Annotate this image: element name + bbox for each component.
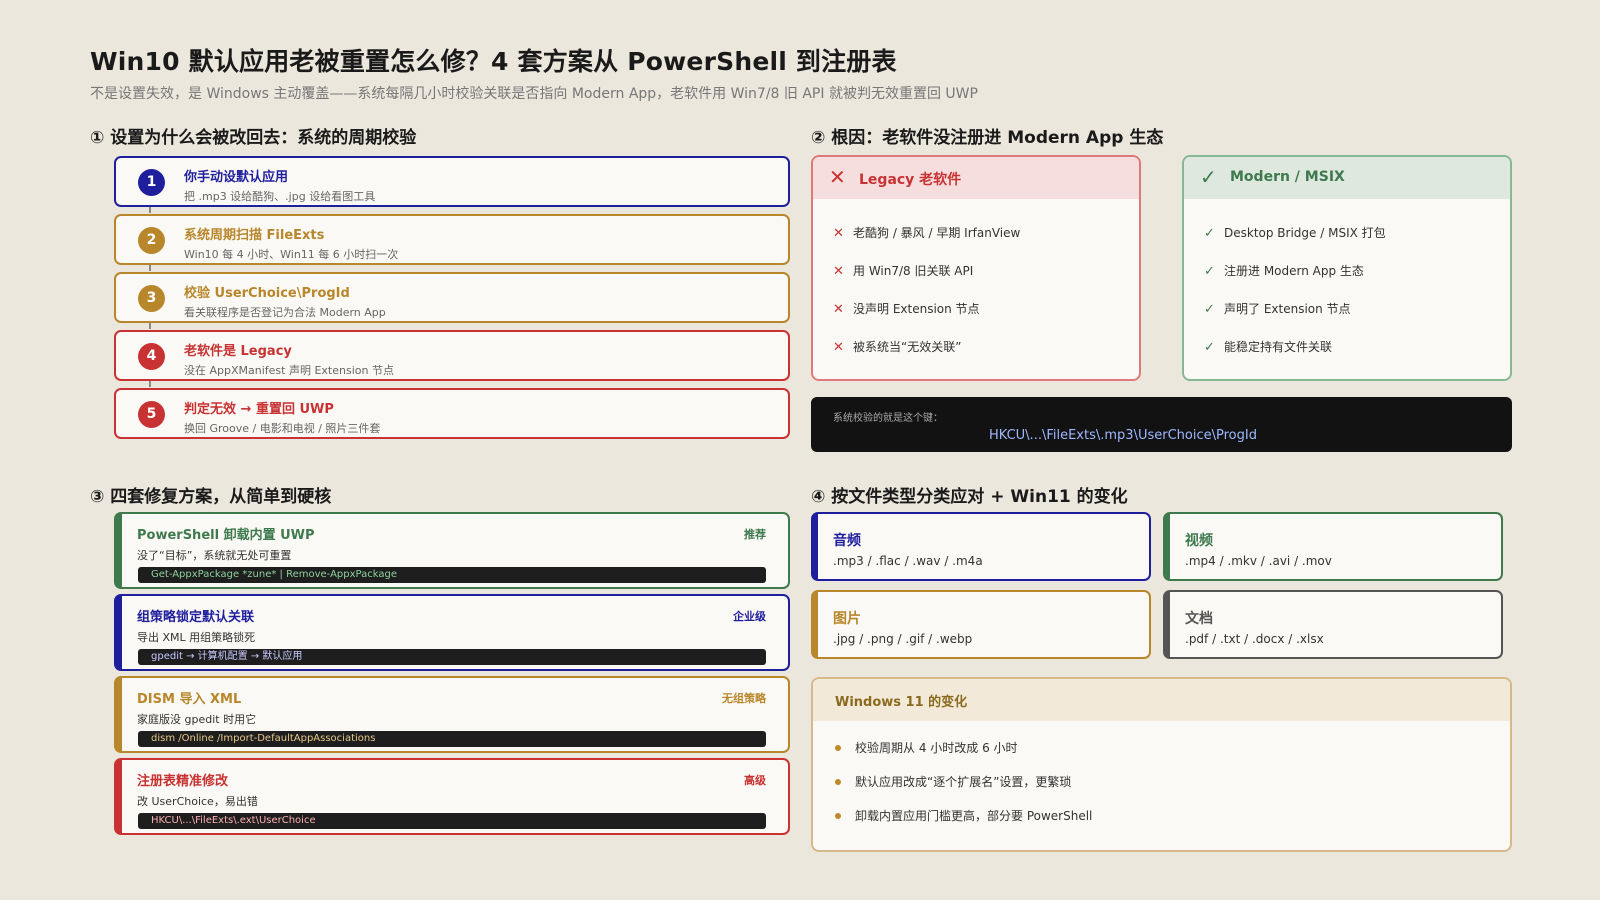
filetype-card-audio: 音频 .mp3 / .flac / .wav / .m4a	[811, 512, 1151, 581]
step-title: 校验 UserChoice\ProgId	[184, 286, 350, 301]
check-icon: ✓	[1204, 226, 1215, 241]
step-number-badge: 5	[138, 401, 165, 428]
step-title: 老软件是 Legacy	[184, 344, 292, 359]
step-number-badge: 2	[138, 227, 165, 254]
step-desc: 看关联程序是否登记为合法 Modern App	[184, 306, 386, 319]
step-item: 1 你手动设默认应用 把 .mp3 设给酷狗、.jpg 设给看图工具	[114, 156, 790, 207]
legacy-card-title: Legacy 老软件	[859, 172, 962, 188]
legacy-card-header: ✕ Legacy 老软件	[813, 157, 1139, 199]
page-subtitle: 不是设置失效，是 Windows 主动覆盖——系统每隔几小时校验关联是否指向 M…	[90, 86, 978, 102]
modern-card-title: Modern / MSIX	[1230, 169, 1345, 185]
legacy-item: ✕ 没声明 Extension 节点	[833, 302, 980, 317]
win11-changes-card: Windows 11 的变化 校验周期从 4 小时改成 6 小时 默认应用改成“…	[811, 677, 1512, 852]
legacy-card: ✕ Legacy 老软件 ✕ 老酷狗 / 暴风 / 早期 IrfanView ✕ 用…	[811, 155, 1141, 381]
bullet-icon	[835, 812, 841, 819]
win11-change-item: 卸载内置应用门槛更高，部分要 PowerShell	[835, 807, 1092, 824]
filetype-name: 视频	[1185, 533, 1213, 549]
step-desc: Win10 每 4 小时、Win11 每 6 小时扫一次	[184, 248, 399, 261]
fix-card: 组策略锁定默认关联 企业级 导出 XML 用组策略锁死 gpedit → 计算机…	[114, 594, 790, 671]
step-title: 系统周期扫描 FileExts	[184, 228, 325, 243]
step-title: 判定无效 → 重置回 UWP	[184, 402, 334, 417]
filetype-extensions: .jpg / .png / .gif / .webp	[833, 632, 973, 646]
step-connector	[149, 381, 151, 387]
step-number-badge: 4	[138, 343, 165, 370]
fix-tag: 无组策略	[722, 692, 766, 705]
fix-command: dism /Online /Import-DefaultAppAssociati…	[138, 731, 766, 747]
check-icon: ✓	[1204, 264, 1215, 279]
win11-change-item: 默认应用改成“逐个扩展名”设置，更繁琐	[835, 773, 1071, 790]
step-desc: 把 .mp3 设给酷狗、.jpg 设给看图工具	[184, 190, 376, 203]
step-desc: 没在 AppXManifest 声明 Extension 节点	[184, 364, 394, 377]
step-connector	[149, 207, 151, 213]
filetype-extensions: .pdf / .txt / .docx / .xlsx	[1185, 632, 1324, 646]
modern-item: ✓ Desktop Bridge / MSIX 打包	[1204, 226, 1386, 241]
fix-command: Get-AppxPackage *zune* | Remove-AppxPack…	[138, 567, 766, 583]
filetype-name: 文档	[1185, 611, 1213, 627]
step-item: 4 老软件是 Legacy 没在 AppXManifest 声明 Extensi…	[114, 330, 790, 381]
step-connector	[149, 265, 151, 271]
modern-item: ✓ 能稳定持有文件关联	[1204, 340, 1333, 355]
section-title-cycle: ① 设置为什么会被改回去：系统的周期校验	[90, 128, 417, 148]
check-icon: ✓	[1204, 340, 1215, 355]
filetype-card-video: 视频 .mp4 / .mkv / .avi / .mov	[1163, 512, 1503, 581]
step-number-badge: 3	[138, 285, 165, 312]
fix-command: HKCU\...\FileExts\.ext\UserChoice	[138, 813, 766, 829]
fix-card: 注册表精准修改 高级 改 UserChoice，易出错 HKCU\...\Fil…	[114, 758, 790, 835]
filetype-extensions: .mp3 / .flac / .wav / .m4a	[833, 554, 983, 568]
filetype-name: 音频	[833, 533, 861, 549]
check-icon: ✓	[1200, 165, 1217, 189]
fix-title: PowerShell 卸载内置 UWP	[137, 528, 315, 543]
modern-card-header: ✓ Modern / MSIX	[1184, 157, 1510, 199]
legacy-item: ✕ 用 Win7/8 旧关联 API	[833, 264, 974, 279]
section-title-filetypes: ④ 按文件类型分类应对 + Win11 的变化	[811, 487, 1128, 507]
section-title-fixes: ③ 四套修复方案，从简单到硬核	[90, 487, 332, 507]
win11-card-header: Windows 11 的变化	[813, 679, 1510, 721]
fix-card: DISM 导入 XML 无组策略 家庭版没 gpedit 时用它 dism /O…	[114, 676, 790, 753]
win11-change-item: 校验周期从 4 小时改成 6 小时	[835, 739, 1018, 756]
check-icon: ✓	[1204, 302, 1215, 317]
step-item: 5 判定无效 → 重置回 UWP 换回 Groove / 电影和电视 / 照片三…	[114, 388, 790, 439]
fix-tag: 企业级	[733, 610, 766, 623]
cross-icon: ✕	[833, 264, 844, 279]
fix-title: DISM 导入 XML	[137, 692, 242, 707]
cross-icon: ✕	[829, 165, 846, 189]
cross-icon: ✕	[833, 302, 844, 317]
fix-command: gpedit → 计算机配置 → 默认应用	[138, 649, 766, 665]
filetype-card-image: 图片 .jpg / .png / .gif / .webp	[811, 590, 1151, 659]
win11-card-title: Windows 11 的变化	[835, 695, 968, 710]
filetype-name: 图片	[833, 611, 861, 627]
modern-item: ✓ 声明了 Extension 节点	[1204, 302, 1351, 317]
step-desc: 换回 Groove / 电影和电视 / 照片三件套	[184, 422, 381, 435]
fix-desc: 改 UserChoice，易出错	[137, 795, 258, 808]
modern-item: ✓ 注册进 Modern App 生态	[1204, 264, 1364, 279]
bullet-icon	[835, 744, 841, 751]
fix-tag: 推荐	[744, 528, 766, 541]
filetype-card-document: 文档 .pdf / .txt / .docx / .xlsx	[1163, 590, 1503, 659]
fix-desc: 导出 XML 用组策略锁死	[137, 631, 256, 644]
registry-key-label: 系统校验的就是这个键：	[833, 413, 943, 424]
registry-key-box: 系统校验的就是这个键： HKCU\...\FileExts\.mp3\UserC…	[811, 397, 1512, 452]
step-connector	[149, 323, 151, 329]
fix-title: 注册表精准修改	[137, 774, 229, 789]
legacy-item: ✕ 老酷狗 / 暴风 / 早期 IrfanView	[833, 226, 1021, 241]
step-title: 你手动设默认应用	[184, 170, 289, 185]
registry-key-path: HKCU\...\FileExts\.mp3\UserChoice\ProgId	[989, 428, 1257, 443]
section-title-root-cause: ② 根因：老软件没注册进 Modern App 生态	[811, 128, 1164, 148]
step-item: 2 系统周期扫描 FileExts Win10 每 4 小时、Win11 每 6…	[114, 214, 790, 265]
step-number-badge: 1	[138, 169, 165, 196]
step-item: 3 校验 UserChoice\ProgId 看关联程序是否登记为合法 Mode…	[114, 272, 790, 323]
fix-tag: 高级	[744, 774, 766, 787]
fix-title: 组策略锁定默认关联	[137, 610, 255, 625]
cross-icon: ✕	[833, 340, 844, 355]
filetype-extensions: .mp4 / .mkv / .avi / .mov	[1185, 554, 1332, 568]
bullet-icon	[835, 778, 841, 785]
fix-desc: 没了“目标”，系统就无处可重置	[137, 549, 292, 562]
legacy-item: ✕ 被系统当“无效关联”	[833, 340, 962, 355]
fix-desc: 家庭版没 gpedit 时用它	[137, 713, 257, 726]
page-title: Win10 默认应用老被重置怎么修？4 套方案从 PowerShell 到注册表	[90, 47, 897, 76]
fix-card: PowerShell 卸载内置 UWP 推荐 没了“目标”，系统就无处可重置 G…	[114, 512, 790, 589]
modern-card: ✓ Modern / MSIX ✓ Desktop Bridge / MSIX 打…	[1182, 155, 1512, 381]
cross-icon: ✕	[833, 226, 844, 241]
